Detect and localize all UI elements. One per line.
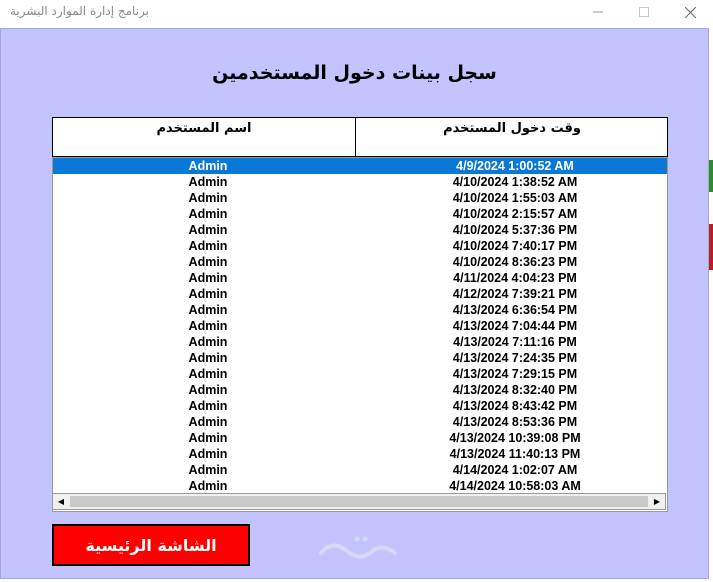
list-item-login-time: 4/13/2024 8:53:36 PM <box>452 415 578 429</box>
list-item-login-time: 4/10/2024 5:37:36 PM <box>452 223 578 237</box>
list-item-login-time: 4/10/2024 1:38:52 AM <box>452 175 578 189</box>
title-bar: برنامج إدارة الموارد البشرية <box>0 0 713 24</box>
list-header: اسم المستخدم وقت دخول المستخدم <box>52 117 668 157</box>
list-item-user-name: Admin <box>188 207 228 221</box>
list-item-user-name: Admin <box>188 223 228 237</box>
maximize-icon <box>639 7 649 17</box>
list-item-user-name: Admin <box>188 319 228 333</box>
minimize-button[interactable] <box>575 0 621 24</box>
list-item-login-time: 4/13/2024 8:43:42 PM <box>452 399 578 413</box>
list-item[interactable]: Admin 4/10/2024 1:55:03 AM <box>53 190 667 206</box>
login-log-list[interactable]: Admin 4/9/2024 1:00:52 AM Admin 4/10/2024 1… <box>52 157 668 512</box>
list-item-user-name: Admin <box>188 175 228 189</box>
column-header-user-name[interactable]: اسم المستخدم <box>53 118 356 156</box>
list-item[interactable]: Admin 4/13/2024 11:40:13 PM <box>53 446 667 462</box>
list-item[interactable]: Admin 4/10/2024 8:36:23 PM <box>53 254 667 270</box>
list-item[interactable]: Admin 4/13/2024 8:43:42 PM <box>53 398 667 414</box>
column-header-login-time[interactable]: وقت دخول المستخدم <box>357 118 667 156</box>
page-title: سجل بينات دخول المستخدمين <box>212 62 497 84</box>
list-item[interactable]: Admin 4/14/2024 10:58:03 AM <box>53 478 667 494</box>
list-item-login-time: 4/10/2024 7:40:17 PM <box>452 239 578 253</box>
list-item[interactable]: Admin 4/10/2024 2:15:57 AM <box>53 206 667 222</box>
list-item-user-name: Admin <box>188 191 228 205</box>
list-item-login-time: 4/9/2024 1:00:52 AM <box>456 159 574 173</box>
list-item[interactable]: Admin 4/13/2024 8:32:40 PM <box>53 382 667 398</box>
list-item[interactable]: Admin 4/10/2024 1:38:52 AM <box>53 174 667 190</box>
list-item[interactable]: Admin 4/11/2024 4:04:23 PM <box>53 270 667 286</box>
list-item[interactable]: Admin 4/10/2024 7:40:17 PM <box>53 238 667 254</box>
list-item-login-time: 4/12/2024 7:39:21 PM <box>452 287 578 301</box>
list-item-user-name: Admin <box>188 271 228 285</box>
list-item[interactable]: Admin 4/13/2024 8:53:36 PM <box>53 414 667 430</box>
list-item-user-name: Admin <box>188 463 228 477</box>
scroll-left-arrow-icon[interactable]: ◀ <box>53 494 69 509</box>
list-item-user-name: Admin <box>188 159 228 173</box>
list-item[interactable]: Admin 4/9/2024 1:00:52 AM <box>53 158 667 174</box>
list-item-user-name: Admin <box>188 383 228 397</box>
list-item-login-time: 4/13/2024 10:39:08 PM <box>449 431 581 445</box>
list-item-login-time: 4/13/2024 8:32:40 PM <box>452 383 578 397</box>
list-item-user-name: Admin <box>188 415 228 429</box>
list-item-login-time: 4/13/2024 6:36:54 PM <box>452 303 578 317</box>
list-item-user-name: Admin <box>188 447 228 461</box>
list-item-user-name: Admin <box>188 367 228 381</box>
list-item-user-name: Admin <box>188 399 228 413</box>
list-item[interactable]: Admin 4/13/2024 7:29:15 PM <box>53 366 667 382</box>
list-item[interactable]: Admin 4/13/2024 10:39:08 PM <box>53 430 667 446</box>
list-item-login-time: 4/13/2024 7:11:16 PM <box>453 335 577 349</box>
list-item-login-time: 4/14/2024 1:02:07 AM <box>452 463 578 477</box>
list-item-user-name: Admin <box>188 431 228 445</box>
list-item-user-name: Admin <box>188 479 228 493</box>
list-item-login-time: 4/10/2024 2:15:57 AM <box>452 207 578 221</box>
list-item[interactable]: Admin 4/13/2024 7:24:35 PM <box>53 350 667 366</box>
list-item-user-name: Admin <box>188 351 228 365</box>
scrollbar-thumb[interactable] <box>70 496 648 507</box>
list-item[interactable]: Admin 4/13/2024 7:04:44 PM <box>53 318 667 334</box>
list-item-login-time: 4/13/2024 11:40:13 PM <box>449 447 581 461</box>
watermark-logo-icon <box>313 529 403 565</box>
close-button[interactable] <box>667 0 713 24</box>
login-log-form: سجل بينات دخول المستخدمين اسم المستخدم و… <box>0 28 709 579</box>
list-item-user-name: Admin <box>188 255 228 269</box>
scroll-right-arrow-icon[interactable]: ▶ <box>649 494 665 509</box>
minimize-icon <box>593 7 603 17</box>
list-item-user-name: Admin <box>188 239 228 253</box>
list-item-user-name: Admin <box>188 335 228 349</box>
main-screen-button[interactable]: الشاشة الرئيسية <box>51 523 251 567</box>
list-item-login-time: 4/13/2024 7:24:35 PM <box>452 351 578 365</box>
list-item-login-time: 4/11/2024 4:04:23 PM <box>453 271 577 285</box>
list-item[interactable]: Admin 4/10/2024 5:37:36 PM <box>53 222 667 238</box>
list-item-login-time: 4/13/2024 7:29:15 PM <box>452 367 578 381</box>
list-item[interactable]: Admin 4/13/2024 7:11:16 PM <box>53 334 667 350</box>
maximize-button[interactable] <box>621 0 667 24</box>
list-item-user-name: Admin <box>188 303 228 317</box>
list-item[interactable]: Admin 4/14/2024 1:02:07 AM <box>53 462 667 478</box>
close-icon <box>684 6 696 18</box>
list-item-user-name: Admin <box>188 287 228 301</box>
list-item[interactable]: Admin 4/12/2024 7:39:21 PM <box>53 286 667 302</box>
list-item-login-time: 4/14/2024 10:58:03 AM <box>449 479 581 493</box>
list-item-login-time: 4/13/2024 7:04:44 PM <box>452 319 578 333</box>
list-item-login-time: 4/10/2024 1:55:03 AM <box>452 191 578 205</box>
horizontal-scrollbar[interactable]: ◀ ▶ <box>52 493 666 510</box>
window-title: برنامج إدارة الموارد البشرية <box>10 4 149 18</box>
list-item-login-time: 4/10/2024 8:36:23 PM <box>452 255 578 269</box>
list-item[interactable]: Admin 4/13/2024 6:36:54 PM <box>53 302 667 318</box>
